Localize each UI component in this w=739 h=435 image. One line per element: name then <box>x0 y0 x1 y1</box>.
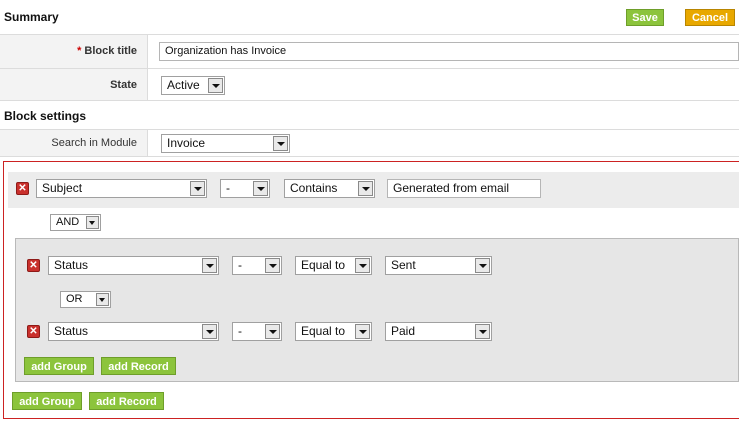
operator-select-value: Equal to <box>301 324 346 338</box>
field-select[interactable]: Subject <box>36 179 207 198</box>
save-button[interactable]: Save <box>626 9 664 26</box>
block-title-label: Block title <box>84 45 137 57</box>
block-title-row: * Block title Organization has Invoice <box>0 34 739 68</box>
value-select[interactable]: Sent <box>385 256 492 275</box>
state-select[interactable]: Active <box>161 76 225 95</box>
chevron-down-icon <box>265 324 280 339</box>
state-label: State <box>0 69 148 100</box>
add-record-button[interactable]: add Record <box>89 392 164 410</box>
chevron-down-icon <box>355 324 370 339</box>
delete-condition-icon[interactable]: ✕ <box>27 325 40 338</box>
chevron-down-icon <box>202 324 217 339</box>
delete-condition-icon[interactable]: ✕ <box>16 182 29 195</box>
block-settings-title: Block settings <box>4 109 87 123</box>
chevron-down-icon <box>358 181 373 196</box>
modifier-select[interactable]: - <box>232 256 282 275</box>
state-select-value: Active <box>167 78 200 92</box>
modifier-select-value: - <box>238 258 242 272</box>
operator-select-value: Equal to <box>301 258 346 272</box>
chevron-down-icon <box>475 324 490 339</box>
condition-value-input[interactable]: Generated from email <box>387 179 541 198</box>
join-select[interactable]: AND <box>50 214 101 231</box>
chevron-down-icon <box>265 258 280 273</box>
block-title-input[interactable]: Organization has Invoice <box>159 42 739 61</box>
field-select-value: Status <box>54 258 89 272</box>
chevron-down-icon <box>355 258 370 273</box>
operator-select[interactable]: Equal to <box>295 256 372 275</box>
add-group-button[interactable]: add Group <box>12 392 82 410</box>
join-select-value: AND <box>56 216 80 228</box>
value-select-value: Sent <box>391 258 416 272</box>
modifier-select[interactable]: - <box>232 322 282 341</box>
join-select-value: OR <box>66 293 83 305</box>
join-select[interactable]: OR <box>60 291 111 308</box>
field-select-value: Status <box>54 324 89 338</box>
operator-select[interactable]: Contains <box>284 179 375 198</box>
chevron-down-icon <box>202 258 217 273</box>
operator-select-value: Contains <box>290 181 338 195</box>
modifier-select-value: - <box>238 324 242 338</box>
value-select[interactable]: Paid <box>385 322 492 341</box>
delete-condition-icon[interactable]: ✕ <box>27 259 40 272</box>
add-record-button[interactable]: add Record <box>101 357 176 375</box>
required-marker: * <box>77 45 82 57</box>
search-module-label: Search in Module <box>0 130 148 156</box>
block-title-label-cell: * Block title <box>0 35 148 68</box>
field-select[interactable]: Status <box>48 322 219 341</box>
cancel-button[interactable]: Cancel <box>685 9 735 26</box>
chevron-down-icon <box>86 216 99 229</box>
operator-select[interactable]: Equal to <box>295 322 372 341</box>
chevron-down-icon <box>96 293 109 306</box>
summary-title: Summary <box>4 10 59 24</box>
value-select-value: Paid <box>391 324 416 338</box>
module-select[interactable]: Invoice <box>161 134 290 153</box>
modifier-select-value: - <box>226 181 230 195</box>
chevron-down-icon <box>253 181 268 196</box>
field-select[interactable]: Status <box>48 256 219 275</box>
chevron-down-icon <box>190 181 205 196</box>
modifier-select[interactable]: - <box>220 179 270 198</box>
search-module-row: Search in Module Invoice <box>0 129 739 157</box>
state-row: State Active <box>0 68 739 101</box>
field-select-value: Subject <box>42 181 83 195</box>
module-select-value: Invoice <box>167 136 206 150</box>
chevron-down-icon <box>475 258 490 273</box>
chevron-down-icon <box>208 78 223 93</box>
chevron-down-icon <box>273 136 288 151</box>
add-group-button[interactable]: add Group <box>24 357 94 375</box>
